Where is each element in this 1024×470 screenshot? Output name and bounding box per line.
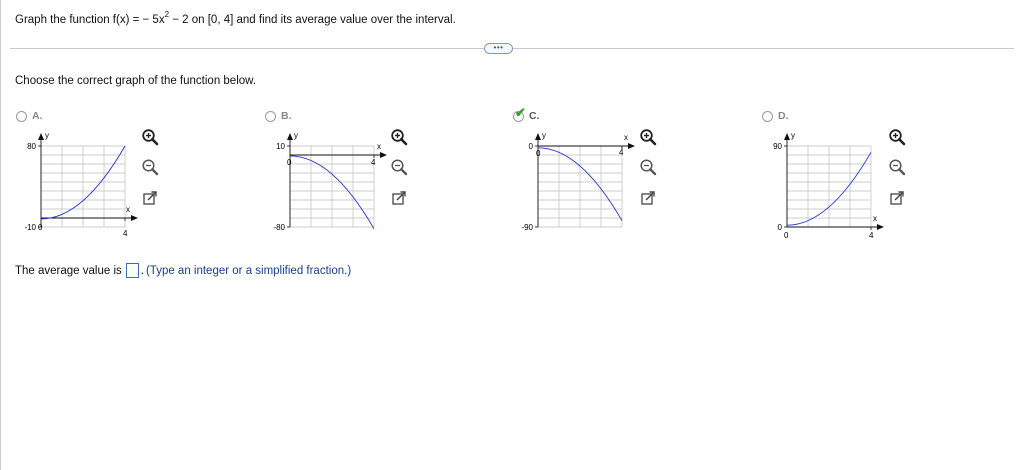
y-max-label: 80 (27, 142, 36, 151)
answer-row: The average value is . (Type an integer … (15, 263, 351, 278)
option-a[interactable]: A. y 80 -10 0 4 x (16, 108, 256, 248)
y-max-label: 90 (773, 142, 782, 151)
popout-icon[interactable] (141, 189, 159, 207)
x-tick-label: 4 (869, 231, 874, 240)
zoom-out-icon[interactable] (639, 158, 657, 176)
left-frame-border (0, 0, 1, 470)
y-min-label: -90 (521, 223, 533, 232)
popout-icon[interactable] (390, 189, 408, 207)
y-min-label: -80 (273, 223, 285, 232)
instruction-text: Choose the correct graph of the function… (15, 75, 257, 87)
more-button[interactable]: ••• (484, 43, 513, 54)
answer-prefix: The average value is (15, 264, 122, 277)
zoom-out-icon[interactable] (141, 158, 159, 176)
answer-suffix: . (140, 264, 144, 277)
x-tick-label: 4 (619, 148, 624, 157)
zoom-in-icon[interactable] (390, 128, 408, 146)
zoom-in-icon[interactable] (141, 128, 159, 146)
zoom-in-icon[interactable] (888, 128, 906, 146)
x-tick-label: 4 (123, 229, 128, 238)
graph-c: y 0 -90 0 4 x (521, 131, 635, 232)
x-axis-label: x (377, 142, 381, 151)
y-axis-label: y (791, 131, 795, 140)
option-letter: D. (778, 110, 789, 122)
check-icon: ✔ (515, 105, 526, 120)
y-max-label: 0 (529, 142, 534, 151)
y-axis-label: y (294, 131, 298, 140)
origin-label: 0 (38, 223, 43, 232)
origin-label: 0 (784, 231, 789, 240)
zoom-out-icon[interactable] (390, 158, 408, 176)
y-min-label: 0 (778, 223, 783, 232)
zoom-in-icon[interactable] (639, 128, 657, 146)
option-d[interactable]: D. y 90 0 0 4 x (762, 108, 1002, 248)
answer-hint: (Type an integer or a simplified fractio… (145, 264, 352, 277)
option-c[interactable]: ✔ C. y 0 -90 0 4 x (513, 105, 753, 248)
zoom-out-icon[interactable] (888, 158, 906, 176)
graph-d: y 90 0 0 4 x (773, 131, 884, 240)
answer-input[interactable] (125, 263, 139, 278)
y-max-label: 10 (276, 142, 285, 151)
radio-button[interactable] (265, 111, 276, 122)
radio-button[interactable] (16, 111, 27, 122)
y-min-label: -10 (24, 223, 36, 232)
y-axis-label: y (542, 131, 546, 140)
graph-b: y 10 -80 0 4 x (273, 131, 387, 232)
question-prefix: Graph the function f(x) = − 5x (15, 13, 165, 26)
x-axis-label: x (126, 205, 130, 214)
question-text: Graph the function f(x) = − 5x2 − 2 on [… (15, 10, 456, 26)
x-tick-label: 4 (371, 158, 376, 167)
option-letter: C. (529, 110, 540, 122)
origin-label: 0 (536, 149, 541, 158)
y-axis-label: y (45, 131, 49, 140)
option-letter: B. (281, 110, 292, 122)
x-axis-label: x (624, 133, 628, 142)
graph-a: y 80 -10 0 4 x (24, 131, 138, 238)
option-letter: A. (32, 110, 43, 122)
question-suffix: − 2 on [0, 4] and find its average value… (169, 13, 456, 26)
radio-button[interactable] (762, 111, 773, 122)
question-exponent: 2 (164, 10, 170, 19)
option-b[interactable]: B. y 10 -80 0 4 x (265, 108, 505, 248)
origin-label: 0 (287, 158, 292, 167)
x-axis-label: x (873, 214, 877, 223)
popout-icon[interactable] (888, 189, 906, 207)
popout-icon[interactable] (639, 189, 657, 207)
